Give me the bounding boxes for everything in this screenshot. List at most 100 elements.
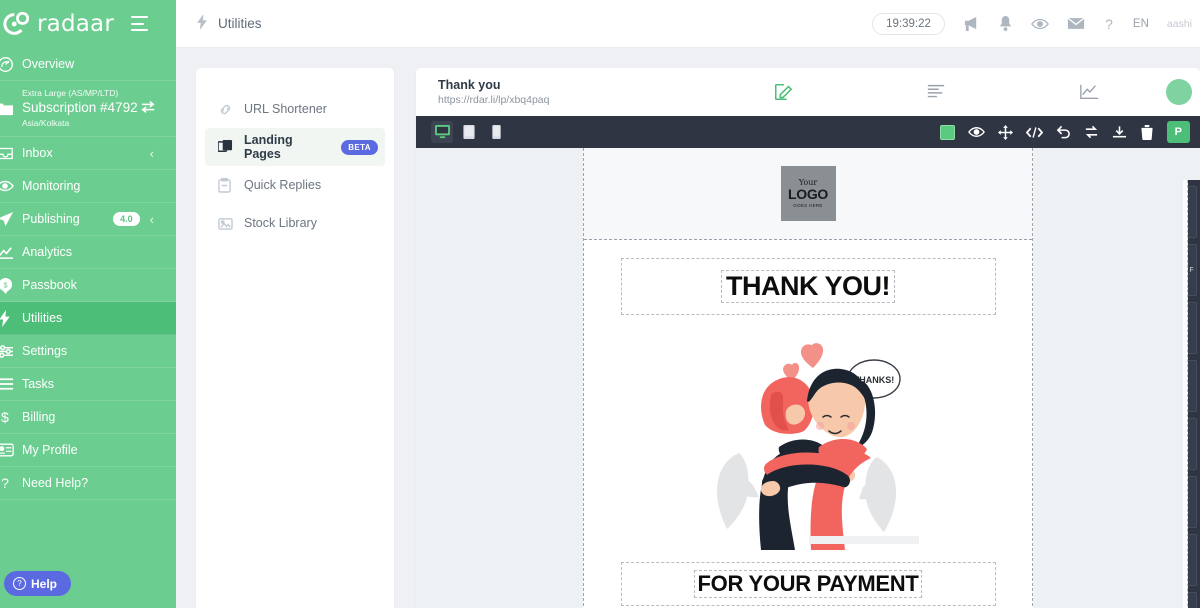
landing-page-preview: Your LOGO GOES HERE THANK YOU! THANKS! F… [583,148,1033,608]
help-button-label: Help [31,576,58,591]
subscription-block[interactable]: Extra Large (AS/MP/LTD) Subscription #47… [0,81,176,138]
sidebar-item-analytics[interactable]: Analytics [0,236,176,270]
utility-item-url-shortener[interactable]: URL Shortener [205,90,385,128]
sidebar-item-passbook[interactable]: $ Passbook [0,269,176,303]
switch-account-icon[interactable] [140,100,156,117]
megaphone-icon[interactable] [963,16,980,32]
sidebar-label: Passbook [22,278,77,293]
sidebar-item-tasks[interactable]: Tasks [0,368,176,402]
image-icon [218,217,233,230]
heading-section[interactable]: THANK YOU! [584,240,1032,329]
radaar-logo-icon [2,10,32,38]
sidebar-item-billing[interactable]: $ Billing [0,401,176,435]
editor-canvas[interactable]: Your LOGO GOES HERE THANK YOU! THANKS! F… [416,148,1200,608]
chevron-left-icon[interactable]: ‹ [150,213,154,226]
help-question-icon: ? [13,577,26,590]
language-selector[interactable]: EN [1133,18,1149,30]
envelope-icon[interactable] [1067,17,1085,30]
utility-item-landing-pages[interactable]: Landing Pages BETA [205,128,385,166]
version-badge: 4.0 [113,212,140,227]
code-icon[interactable] [1025,126,1043,139]
device-desktop-button[interactable] [431,121,453,143]
footer-heading-block[interactable]: FOR YOUR PAYMENT [620,562,996,606]
sidebar-item-publishing[interactable]: Publishing 4.0 ‹ [0,203,176,237]
canvas-scroll-edge [1183,180,1188,608]
blocks-panel[interactable]: F [1183,180,1200,608]
clipboard-icon [218,177,233,193]
menu-toggle-icon[interactable] [131,16,148,31]
trash-icon[interactable] [1140,124,1154,140]
publish-button[interactable]: P [1166,121,1190,143]
device-mobile-button[interactable] [485,121,507,143]
chevron-left-icon[interactable]: ‹ [150,147,154,160]
sidebar-item-need-help[interactable]: ? Need Help? [0,467,176,501]
undo-icon[interactable] [1056,125,1071,139]
sidebar-item-my-profile[interactable]: My Profile [0,434,176,468]
brand-header: radaar [0,0,176,48]
utilities-list-card: URL Shortener Landing Pages BETA Quick R… [196,68,394,608]
sidebar-label: Settings [22,344,68,359]
logo-section[interactable]: Your LOGO GOES HERE [584,148,1032,240]
illustration-section[interactable]: THANKS! [584,329,1032,550]
sliders-icon [0,344,22,359]
eye-icon[interactable] [1030,17,1049,31]
passbook-icon: $ [0,277,22,294]
logo-line3: GOES HERE [793,202,823,208]
inbox-icon [0,146,22,161]
content-area: URL Shortener Landing Pages BETA Quick R… [176,48,1200,608]
bell-icon[interactable] [998,15,1013,32]
color-swatch-icon[interactable] [939,124,955,140]
download-icon[interactable] [1112,125,1127,139]
editor-page-title: Thank you [438,78,501,92]
logo-placeholder[interactable]: Your LOGO GOES HERE [780,166,836,221]
sidebar-item-monitoring[interactable]: Monitoring [0,170,176,204]
dollar-icon: $ [0,409,22,426]
preview-eye-icon[interactable] [967,126,985,138]
sidebar-item-settings[interactable]: Settings [0,335,176,369]
bolt-icon [196,14,209,33]
sidebar-label: Need Help? [22,476,89,491]
sidebar-label: My Profile [22,443,78,458]
sidebar-label: Analytics [22,245,73,260]
utility-item-stock-library[interactable]: Stock Library [205,204,385,242]
subscription-timezone: Asia/Kolkata [22,117,70,128]
move-arrows-icon[interactable] [997,124,1013,140]
logo-line2: LOGO [787,186,829,203]
app-root: radaar Overview Extra Large (AS/MP/LTD) [0,0,1200,608]
help-question-icon[interactable]: ? [1103,16,1115,32]
help-button[interactable]: ? Help [4,571,72,596]
device-switcher [431,121,507,143]
avatar[interactable] [1166,79,1192,105]
username-label[interactable]: aashi [1167,18,1192,30]
utility-label: Stock Library [244,216,317,230]
chart-icon [0,245,22,260]
editor-header: Thank you https://rdar.li/lp/xbq4paq [416,68,1200,116]
beta-badge: BETA [341,139,378,155]
tab-edit[interactable] [706,82,859,102]
device-tablet-button[interactable] [458,121,480,143]
brand-logo[interactable]: radaar [2,10,114,38]
brand-name: radaar [37,11,114,37]
svg-text:$: $ [1,410,9,426]
heading-inner[interactable]: THANK YOU! [720,270,895,303]
tab-content[interactable] [859,83,1012,101]
heading-block[interactable]: THANK YOU! [620,258,996,315]
svg-text:?: ? [1,475,9,491]
page-wrapper: Your LOGO GOES HERE THANK YOU! THANKS! F… [416,148,1200,608]
sidebar-label: Publishing [22,212,80,227]
sidebar-label: Inbox [22,146,53,161]
utility-label: URL Shortener [244,102,327,116]
sidebar-item-utilities[interactable]: Utilities [0,302,176,336]
sidebar-item-inbox[interactable]: Inbox ‹ [0,137,176,171]
sidebar-item-overview[interactable]: Overview [0,48,176,81]
tab-analytics[interactable] [1013,83,1166,101]
editor-page-url[interactable]: https://rdar.li/lp/xbq4paq [438,94,706,106]
utility-item-quick-replies[interactable]: Quick Replies [205,166,385,204]
refresh-icon[interactable] [1084,125,1099,139]
topbar-actions: 19:39:22 ? EN aashi [872,12,1200,35]
footer-heading-section[interactable]: FOR YOUR PAYMENT [584,550,1032,608]
question-icon: ? [0,475,22,491]
eye-icon [0,178,22,194]
bolt-icon [0,309,22,327]
page-title: Utilities [196,14,262,33]
